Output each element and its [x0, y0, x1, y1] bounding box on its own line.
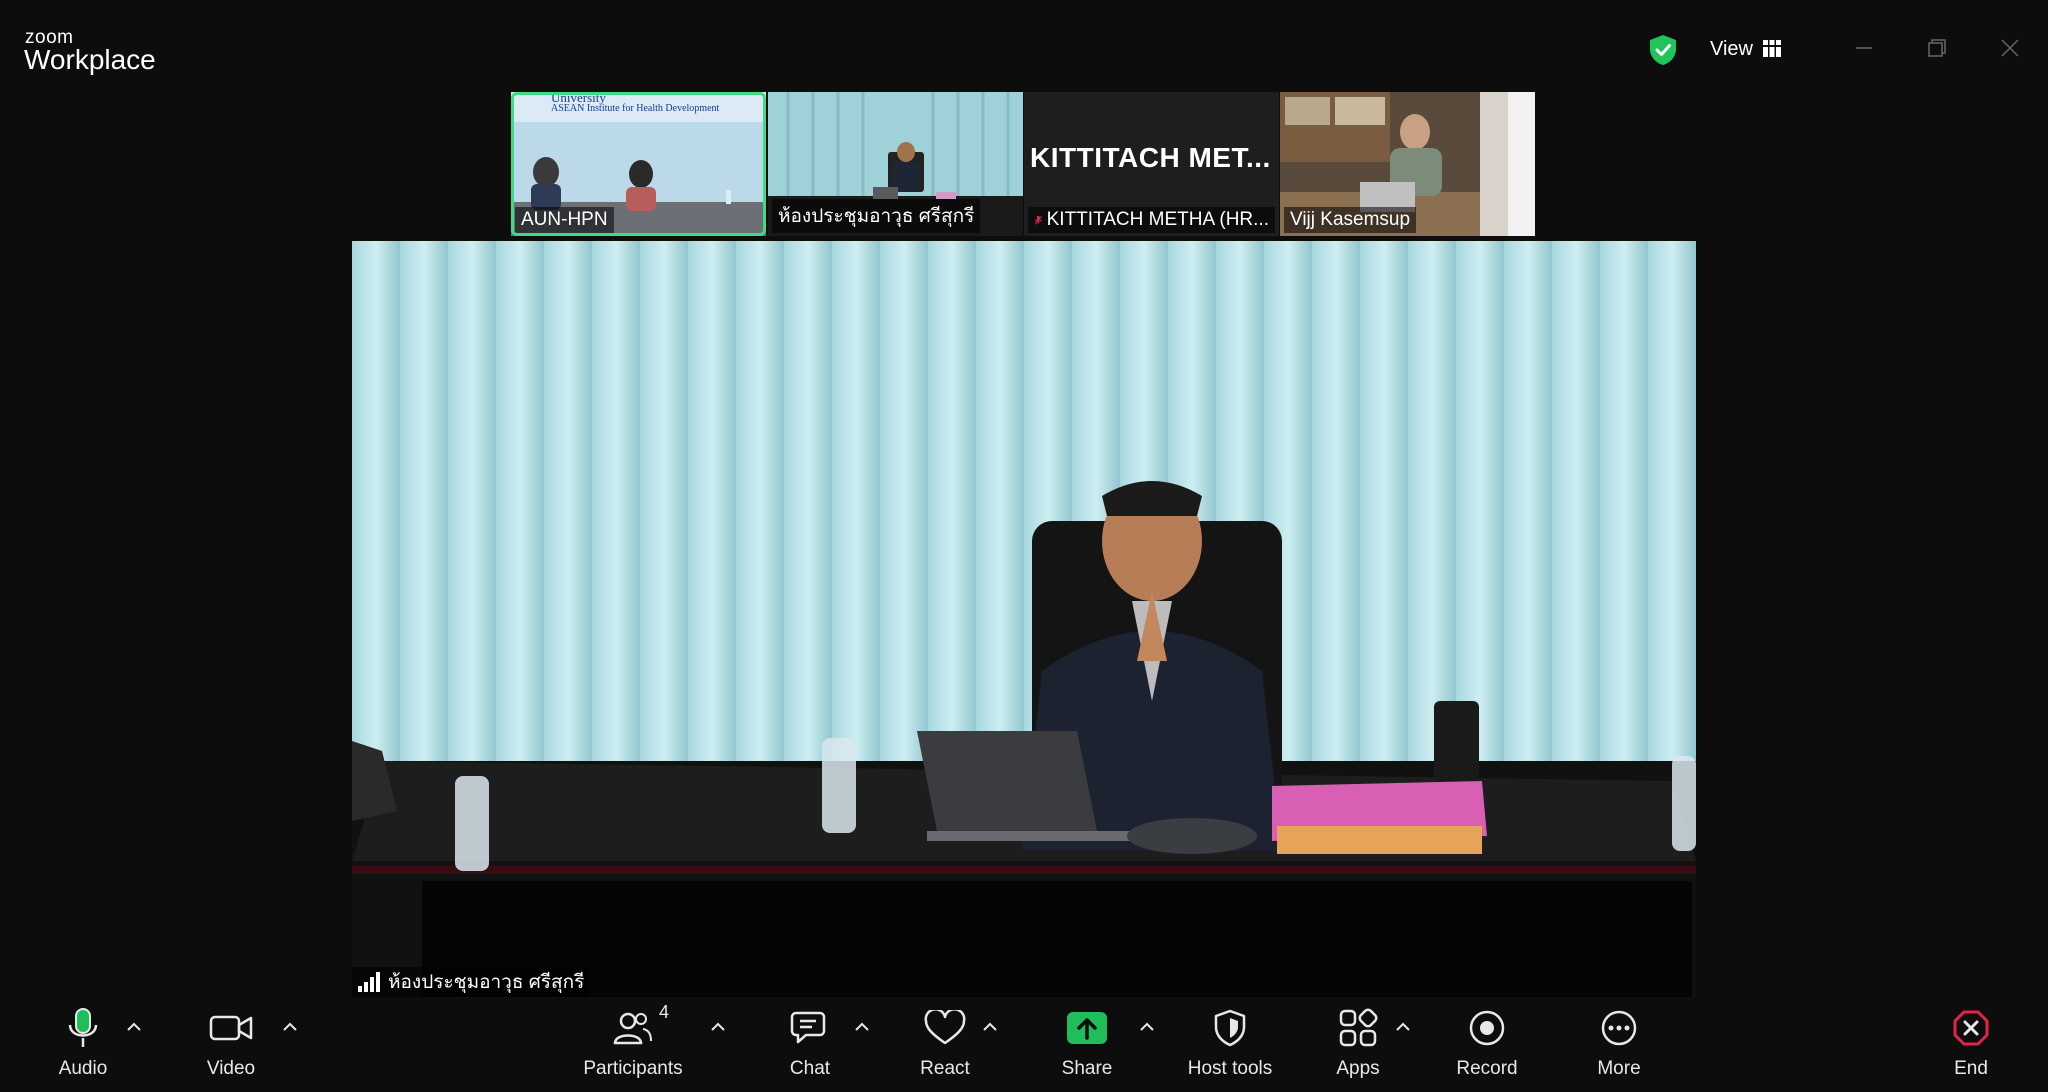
more-ellipsis-icon — [1601, 1010, 1637, 1046]
banner-institute-text: ASEAN Institute for Health Development — [551, 103, 720, 114]
host-tools-label: Host tools — [1187, 1058, 1273, 1079]
view-label: View — [1710, 37, 1753, 60]
video-label: Video — [206, 1058, 256, 1079]
video-button[interactable]: Video — [196, 1004, 266, 1088]
share-screen-icon — [1067, 1012, 1107, 1044]
minimize-icon — [1856, 47, 1872, 49]
react-options-caret-icon[interactable] — [980, 1020, 1000, 1034]
record-icon — [1469, 1010, 1505, 1046]
apps-icon — [1339, 1008, 1378, 1047]
participant-name: KITTITACH METHA (HR... — [1046, 209, 1269, 230]
end-meeting-button[interactable]: End — [1936, 1004, 2006, 1088]
participants-count-badge: 4 — [658, 1002, 669, 1022]
video-camera-icon — [209, 1015, 253, 1041]
apps-button[interactable]: Apps — [1323, 1004, 1393, 1088]
end-label: End — [1954, 1058, 1988, 1079]
audio-options-caret-icon[interactable] — [124, 1020, 144, 1034]
heart-icon — [924, 1010, 966, 1045]
minimize-button[interactable] — [1846, 30, 1882, 66]
react-button[interactable]: React — [910, 1004, 980, 1088]
title-bar: zoom Workplace View — [0, 0, 2048, 88]
share-button[interactable]: Share — [1052, 1004, 1122, 1088]
restore-button[interactable] — [1919, 30, 1955, 66]
encryption-shield-icon[interactable] — [1648, 34, 1678, 66]
apps-options-caret-icon[interactable] — [1393, 1020, 1413, 1034]
video-tile-kittitach[interactable]: KITTITACH MET... KITTITACH METHA (HR... — [1024, 92, 1279, 236]
react-label: React — [920, 1058, 970, 1079]
video-tile-vijj[interactable]: Vijj Kasemsup — [1280, 92, 1535, 236]
microphone-icon — [68, 1008, 98, 1047]
host-tools-button[interactable]: Host tools — [1176, 1004, 1284, 1088]
end-call-icon — [1953, 1010, 1989, 1046]
main-video-feed — [352, 241, 1696, 997]
record-button[interactable]: Record — [1452, 1004, 1522, 1088]
participants-label: Participants — [583, 1058, 683, 1079]
participants-icon — [613, 1012, 652, 1045]
meeting-toolbar: Audio Video 4 Participants Chat React Sh… — [0, 998, 2048, 1092]
apps-label: Apps — [1336, 1058, 1380, 1079]
main-speaker-name: ห้องประชุมอาวุธ ศรีสุกรี — [388, 972, 585, 993]
chat-bubble-icon — [790, 1011, 826, 1044]
share-options-caret-icon[interactable] — [1137, 1020, 1157, 1034]
share-label: Share — [1061, 1058, 1113, 1079]
participant-avatar-name: KITTITACH MET... — [1030, 142, 1271, 173]
audio-label: Audio — [58, 1058, 108, 1079]
participant-name-bar: KITTITACH METHA (HR... — [1028, 207, 1275, 233]
participant-name: AUN-HPN — [515, 207, 614, 233]
participants-options-caret-icon[interactable] — [708, 1020, 728, 1034]
gallery-grid-icon — [1763, 40, 1781, 57]
signal-strength-icon — [358, 972, 380, 992]
restore-icon — [1928, 39, 1946, 57]
workplace-logo-text: Workplace — [24, 44, 156, 75]
host-shield-icon — [1214, 1009, 1246, 1047]
more-label: More — [1597, 1058, 1641, 1079]
chat-label: Chat — [789, 1058, 831, 1079]
close-button[interactable] — [1992, 30, 2028, 66]
muted-mic-icon — [1034, 215, 1043, 225]
video-tile-meeting-room[interactable]: ห้องประชุมอาวุธ ศรีสุกรี — [768, 92, 1023, 236]
participant-name: ห้องประชุมอาวุธ ศรีสุกรี — [772, 199, 981, 233]
more-button[interactable]: More — [1584, 1004, 1654, 1088]
view-button[interactable]: View — [1710, 34, 1781, 64]
chat-options-caret-icon[interactable] — [852, 1020, 872, 1034]
video-tile-aun-hpn[interactable]: University ASEAN Institute for Health De… — [511, 92, 766, 236]
participants-button[interactable]: 4 Participants — [580, 1002, 686, 1088]
main-speaker-video[interactable]: ห้องประชุมอาวุธ ศรีสุกรี — [352, 241, 1696, 997]
chat-button[interactable]: Chat — [775, 1004, 845, 1088]
audio-button[interactable]: Audio — [48, 1004, 118, 1088]
participant-name: Vijj Kasemsup — [1284, 207, 1417, 233]
record-label: Record — [1456, 1058, 1518, 1079]
close-icon — [2001, 39, 2019, 57]
video-options-caret-icon[interactable] — [280, 1020, 300, 1034]
main-speaker-name-bar: ห้องประชุมอาวุธ ศรีสุกรี — [352, 967, 591, 997]
